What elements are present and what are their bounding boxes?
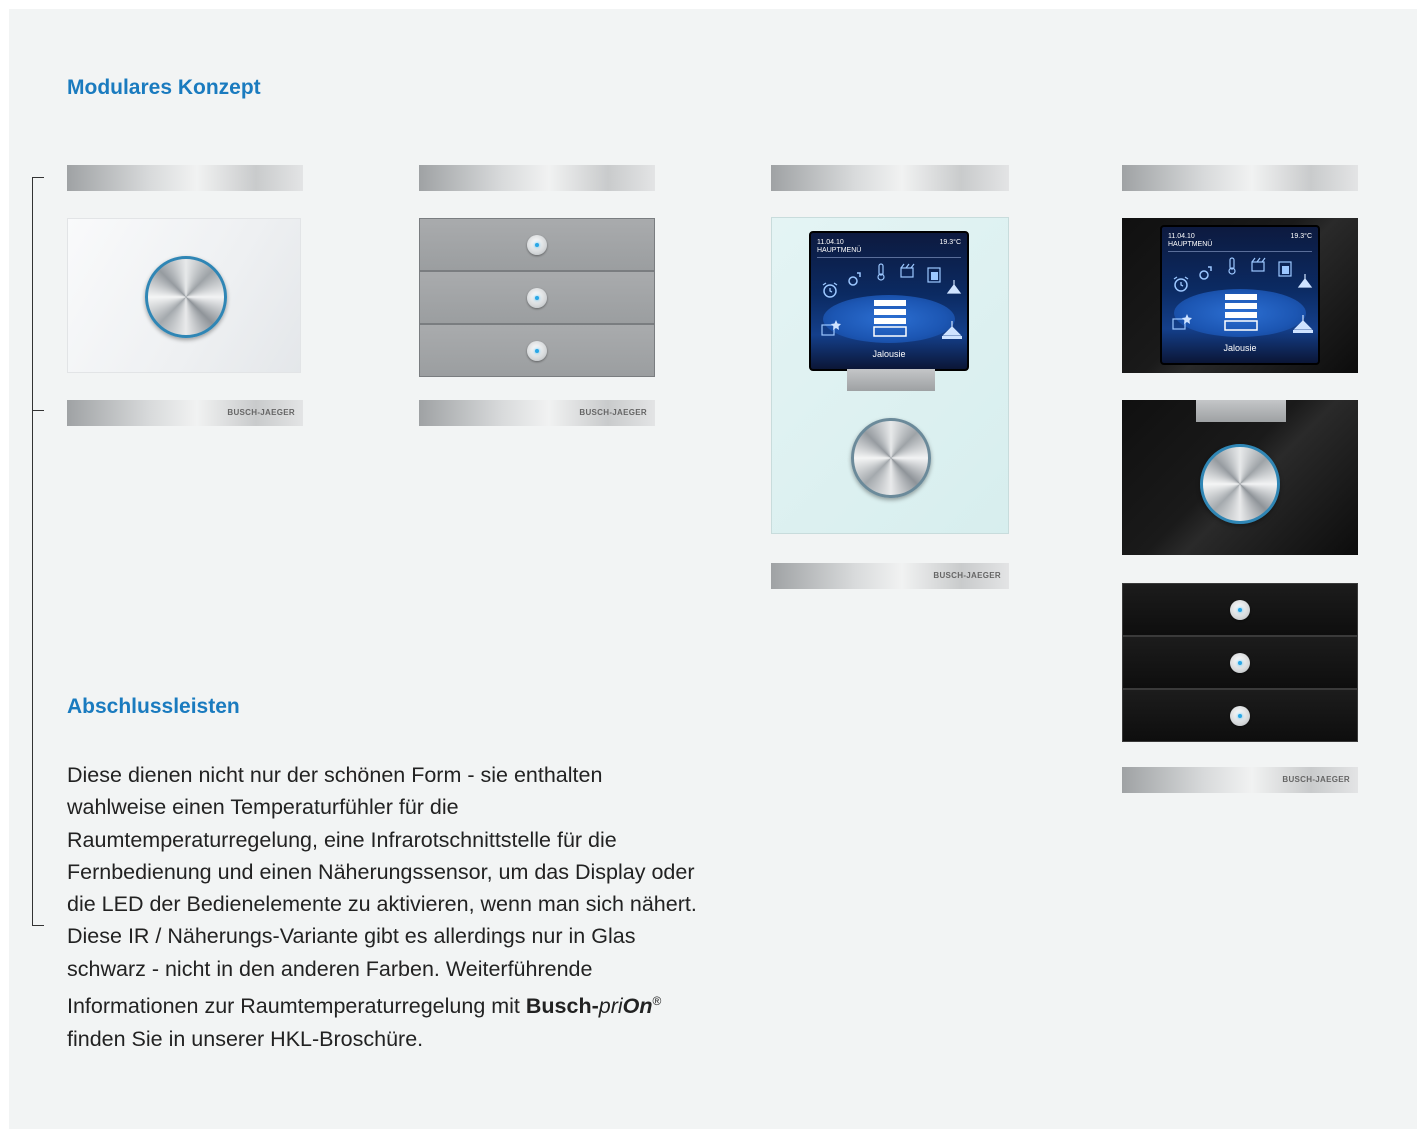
- top-strip-4: [1122, 165, 1358, 191]
- black-glass-rotary-panel: [1122, 400, 1358, 555]
- bracket-tick-top: [32, 177, 44, 178]
- thermometer-icon: [1228, 257, 1236, 275]
- display-temperature: 19.3°C: [939, 239, 961, 246]
- top-strip-3: [771, 165, 1009, 191]
- bracket-line: [32, 177, 33, 925]
- brand-label: BUSCH-JAEGER: [1282, 775, 1350, 784]
- led-icon: [1230, 706, 1250, 726]
- brand-label: BUSCH-JAEGER: [227, 408, 295, 417]
- black-rocker-button-1[interactable]: [1122, 583, 1358, 636]
- led-icon: [527, 235, 547, 255]
- ceiling-lamp-icon: [1293, 315, 1313, 333]
- display-screen[interactable]: 11.04.10 HAUPTMENÜ 19.3°C Jalousie: [809, 231, 969, 371]
- display-date: 11.04.10: [1168, 233, 1195, 240]
- black-glass-display-panel: 11.04.10 HAUPTMENÜ 19.3°C Jalousie: [1122, 218, 1358, 373]
- heading-modular-concept: Modulares Konzept: [67, 76, 261, 99]
- rocker-button-3[interactable]: [419, 324, 655, 377]
- body-text-end: finden Sie in unserer HKL-Broschüre.: [67, 1026, 424, 1051]
- display-selected-label: Jalousie: [1223, 343, 1257, 353]
- sensor-tab: [1196, 400, 1286, 422]
- scene-icon: [900, 263, 915, 278]
- black-rocker-button-2[interactable]: [1122, 636, 1358, 689]
- favorite-icon: [821, 320, 841, 336]
- music-icon: [848, 272, 861, 286]
- window-icon: [927, 267, 941, 283]
- display-temperature: 19.3°C: [1290, 233, 1312, 240]
- alarm-clock-icon: [822, 282, 838, 298]
- bottom-strip-1: BUSCH-JAEGER: [67, 400, 303, 426]
- brand-name-bold: Busch-: [525, 994, 599, 1019]
- bracket-tick-middle: [32, 410, 44, 411]
- rotary-knob[interactable]: [1200, 444, 1280, 524]
- lamp-icon: [946, 280, 962, 294]
- blinds-icon: [1224, 294, 1258, 331]
- black-rocker-button-3[interactable]: [1122, 689, 1358, 742]
- ceiling-lamp-icon: [942, 321, 962, 339]
- heading-abschlussleisten: Abschlussleisten: [67, 695, 240, 718]
- window-icon: [1278, 261, 1292, 277]
- blinds-icon: [873, 300, 907, 337]
- music-icon: [1199, 266, 1212, 280]
- display-menu-title: HAUPTMENÜ: [817, 247, 862, 254]
- display-selected-label: Jalousie: [872, 349, 906, 359]
- body-text-main: Diese dienen nicht nur der schönen Form …: [67, 763, 697, 1019]
- led-icon: [1230, 653, 1250, 673]
- brand-label: BUSCH-JAEGER: [579, 408, 647, 417]
- display-divider: [1168, 251, 1312, 252]
- display-divider: [817, 257, 961, 258]
- bottom-strip-3: BUSCH-JAEGER: [771, 563, 1009, 589]
- body-paragraph: Diese dienen nicht nur der schönen Form …: [67, 759, 707, 1055]
- bottom-strip-4: BUSCH-JAEGER: [1122, 767, 1358, 793]
- display-menu-title: HAUPTMENÜ: [1168, 241, 1213, 248]
- brand-name-pri: pri: [598, 994, 623, 1019]
- white-glass-rotary-panel: [67, 218, 301, 373]
- led-icon: [1230, 600, 1250, 620]
- brand-label: BUSCH-JAEGER: [933, 571, 1001, 580]
- registered-mark: ®: [652, 994, 662, 1009]
- bracket-tick-bottom: [32, 925, 44, 926]
- top-strip-1: [67, 165, 303, 191]
- lamp-icon: [1297, 274, 1313, 288]
- scene-icon: [1251, 257, 1266, 272]
- sensor-tab: [847, 369, 935, 391]
- mint-glass-display-panel: 11.04.10 HAUPTMENÜ 19.3°C Jalousie: [771, 217, 1009, 534]
- favorite-icon: [1172, 314, 1192, 330]
- display-icons: [817, 263, 962, 353]
- rotary-knob[interactable]: [145, 256, 227, 338]
- rotary-knob[interactable]: [851, 418, 931, 498]
- rocker-button-2[interactable]: [419, 271, 655, 324]
- display-date: 11.04.10: [817, 239, 844, 246]
- page: Modulares Konzept BUSCH-JAEGER BUSCH-JAE…: [9, 9, 1417, 1129]
- led-icon: [527, 341, 547, 361]
- display-icons: [1168, 257, 1313, 347]
- brand-name-on: On: [622, 994, 653, 1019]
- top-strip-2: [419, 165, 655, 191]
- rocker-button-1[interactable]: [419, 218, 655, 271]
- led-icon: [527, 288, 547, 308]
- alarm-clock-icon: [1173, 276, 1189, 292]
- display-screen[interactable]: 11.04.10 HAUPTMENÜ 19.3°C Jalousie: [1160, 225, 1320, 365]
- thermometer-icon: [877, 263, 885, 281]
- bottom-strip-2: BUSCH-JAEGER: [419, 400, 655, 426]
